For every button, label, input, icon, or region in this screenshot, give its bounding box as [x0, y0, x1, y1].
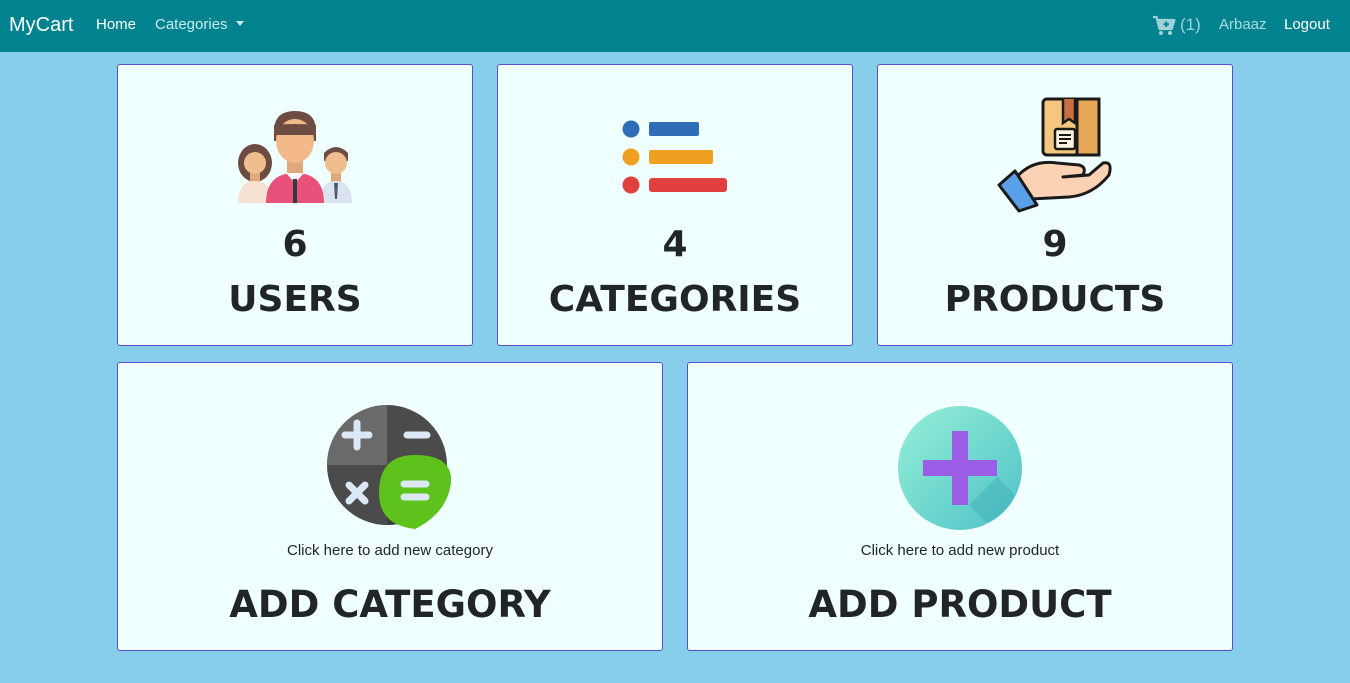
add-product-description: Click here to add new product	[860, 542, 1060, 559]
product-hand-icon	[997, 97, 1112, 213]
categories-card[interactable]: 4 CATEGORIES	[497, 64, 853, 346]
cart-count: (1)	[1180, 15, 1201, 34]
products-label: PRODUCTS	[944, 279, 1166, 320]
cart-button[interactable]: (1)	[1152, 12, 1201, 38]
nav-user-link[interactable]: Arbaaz	[1219, 16, 1267, 34]
add-product-card[interactable]: Click here to add new product ADD PRODUC…	[687, 362, 1233, 651]
nav-categories-label: Categories	[155, 16, 228, 33]
users-icon	[238, 111, 352, 203]
add-category-card[interactable]: Click here to add new category ADD CATEG…	[117, 362, 663, 651]
brand-link[interactable]: MyCart	[9, 13, 73, 37]
users-label: USERS	[228, 279, 362, 320]
chevron-down-icon	[235, 21, 244, 26]
add-category-description: Click here to add new category	[287, 542, 493, 559]
users-card[interactable]: 6 USERS	[117, 64, 473, 346]
plus-circle-icon	[898, 406, 1022, 530]
navbar: MyCart Home Categories (1) Arbaaz Logout	[0, 0, 1350, 52]
users-count: 6	[282, 224, 308, 265]
nav-logout-link[interactable]: Logout	[1284, 16, 1330, 34]
add-product-label: ADD PRODUCT	[808, 583, 1112, 626]
list-icon	[622, 120, 727, 194]
products-card[interactable]: 9 PRODUCTS	[877, 64, 1233, 346]
categories-count: 4	[662, 224, 688, 265]
products-count: 9	[1042, 224, 1068, 265]
cart-icon	[1153, 15, 1176, 35]
categories-label: CATEGORIES	[548, 279, 802, 320]
calculator-icon	[327, 405, 452, 529]
nav-categories-dropdown[interactable]: Categories	[155, 16, 244, 34]
add-category-label: ADD CATEGORY	[229, 583, 551, 626]
nav-home-link[interactable]: Home	[96, 16, 136, 34]
